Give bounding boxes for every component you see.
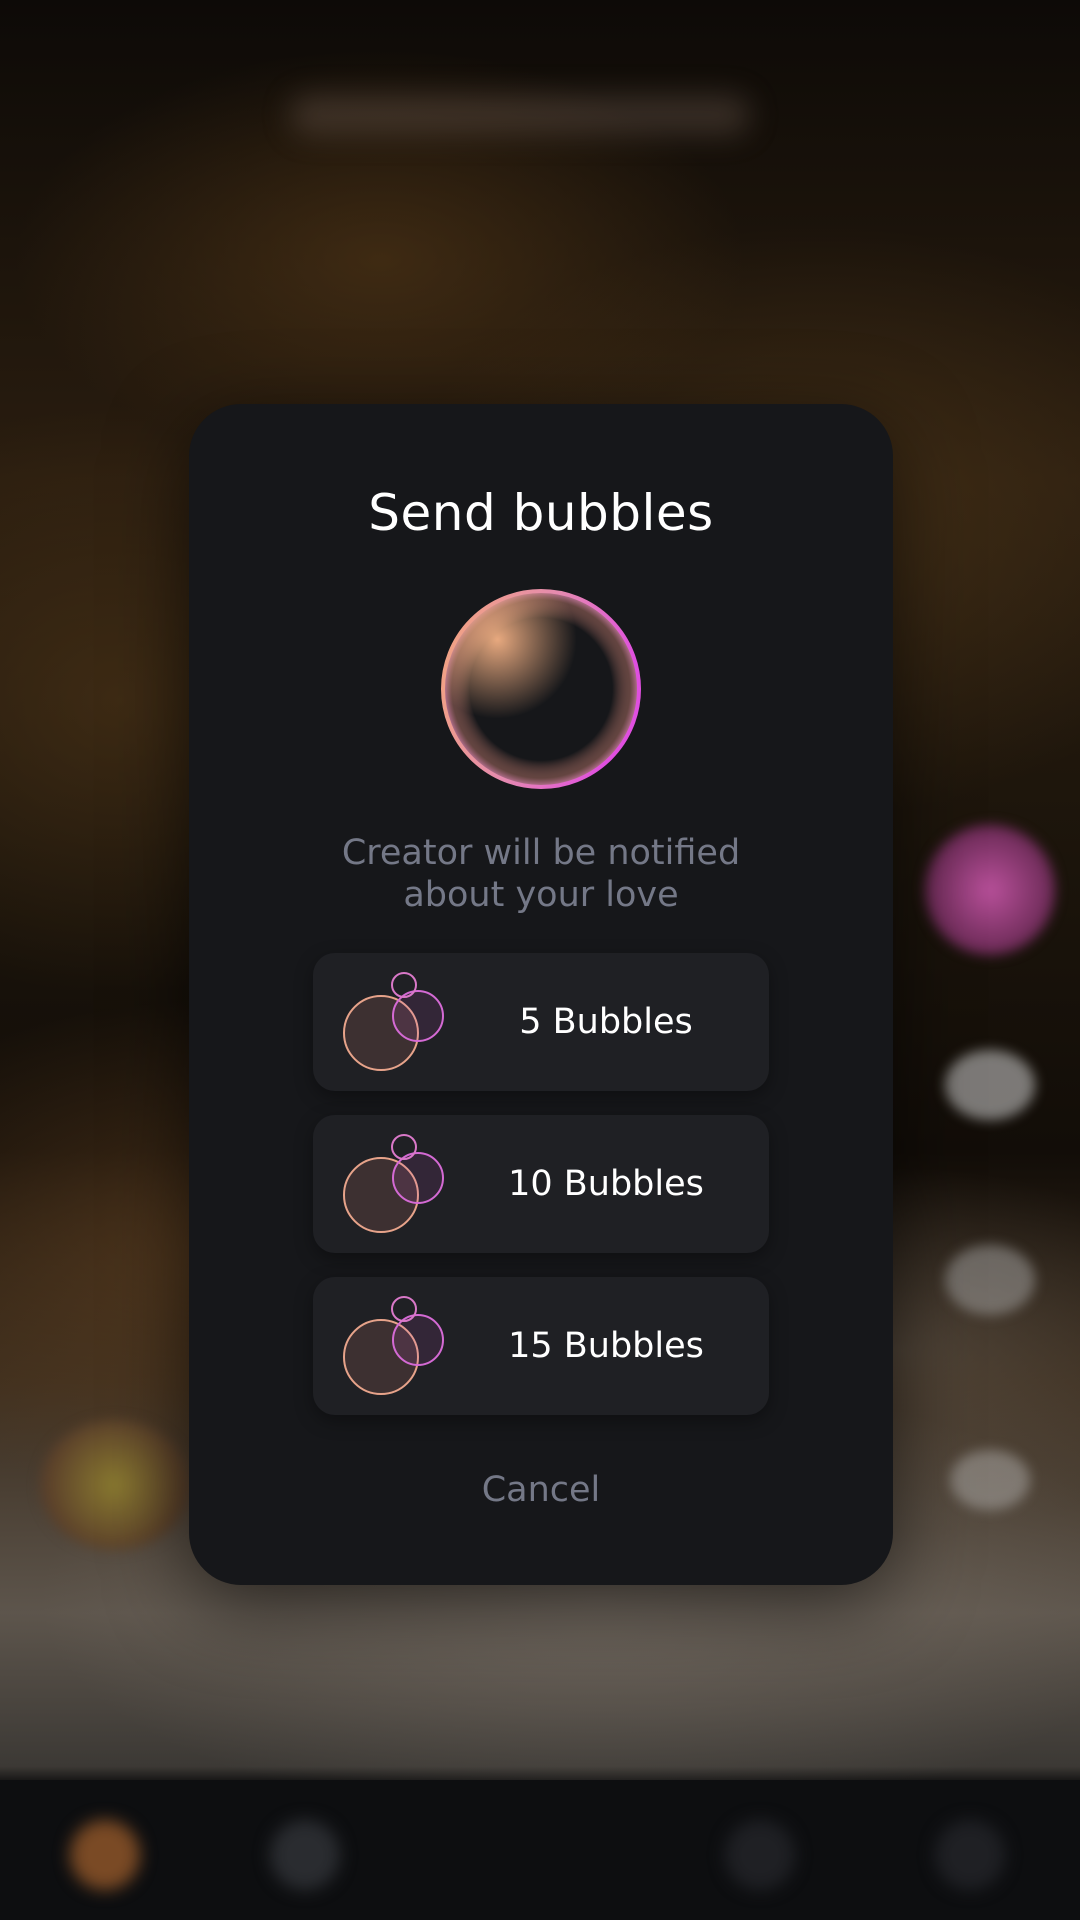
blurred-avatar	[40, 1420, 190, 1550]
blurred-bubble-button	[925, 825, 1055, 955]
bottom-navigation-bar	[0, 1780, 1080, 1920]
nav-home-icon[interactable]	[70, 1820, 140, 1890]
option-10-bubbles-button[interactable]: 10 Bubbles	[313, 1115, 769, 1253]
bubble-icon	[441, 589, 641, 789]
blurred-comment-icon	[945, 1245, 1035, 1315]
blurred-like-icon	[945, 1050, 1035, 1120]
nav-profile-icon[interactable]	[935, 1820, 1005, 1890]
bubbles-icon	[343, 972, 444, 1071]
dialog-subtitle: Creator will be notified about your love	[249, 832, 833, 916]
dialog-title: Send bubbles	[368, 484, 714, 542]
bubbles-icon	[343, 1296, 444, 1395]
option-label: 15 Bubbles	[508, 1326, 704, 1366]
nav-notifications-icon[interactable]	[725, 1820, 795, 1890]
bubbles-icon	[343, 1134, 444, 1233]
option-5-bubbles-button[interactable]: 5 Bubbles	[313, 953, 769, 1091]
send-bubbles-dialog: Send bubbles Creator will be notified ab…	[189, 404, 893, 1585]
option-label: 10 Bubbles	[508, 1164, 704, 1204]
option-label: 5 Bubbles	[519, 1002, 693, 1042]
subtitle-line: about your love	[403, 875, 679, 915]
cancel-button[interactable]: Cancel	[189, 1470, 893, 1510]
blurred-header	[290, 95, 750, 135]
option-15-bubbles-button[interactable]: 15 Bubbles	[313, 1277, 769, 1415]
blurred-share-icon	[950, 1450, 1030, 1510]
nav-search-icon[interactable]	[270, 1820, 340, 1890]
subtitle-line: Creator will be notified	[341, 833, 741, 873]
